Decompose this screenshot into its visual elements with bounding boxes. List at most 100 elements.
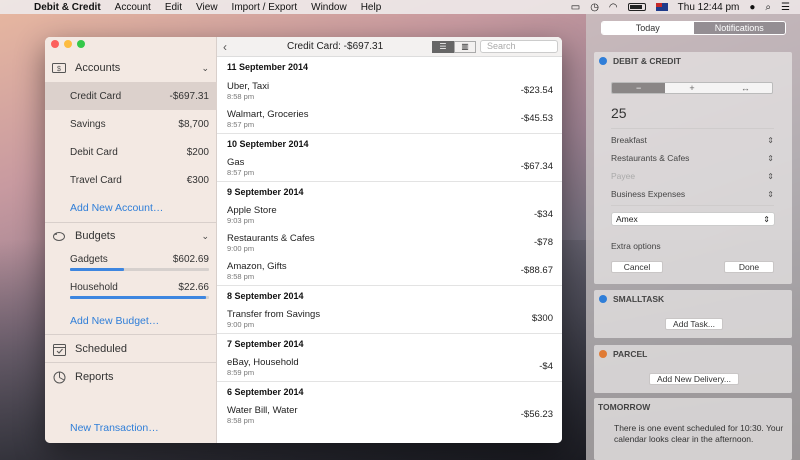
wifi-icon[interactable]: ◠ bbox=[609, 2, 618, 13]
done-button[interactable]: Done bbox=[724, 261, 774, 273]
sidebar-account-travel-card[interactable]: Travel Card €300 bbox=[45, 166, 217, 194]
transaction-name: Water Bill, Water bbox=[227, 405, 298, 416]
accounts-section-header[interactable]: $ Accounts ⌄ bbox=[45, 55, 217, 81]
battery-icon[interactable] bbox=[627, 3, 646, 11]
account-name: Credit Card bbox=[70, 90, 122, 102]
app-menu[interactable]: Debit & Credit bbox=[34, 2, 101, 13]
transaction-row[interactable]: Apple Store 9:03 pm -$34 bbox=[217, 201, 562, 229]
account-balance: -$697.31 bbox=[169, 90, 209, 102]
transaction-amount: -$45.53 bbox=[520, 113, 553, 124]
add-new-delivery-button[interactable]: Add New Delivery... bbox=[649, 373, 739, 385]
airplay-icon[interactable]: ▭ bbox=[571, 2, 580, 13]
minimize-window-button[interactable] bbox=[64, 40, 72, 48]
transaction-amount: -$88.67 bbox=[520, 265, 553, 276]
payee-select[interactable]: Payee ⇕ bbox=[611, 168, 774, 184]
transaction-amount: -$67.34 bbox=[520, 161, 553, 172]
budget-progress-fill bbox=[70, 268, 125, 271]
menu-help[interactable]: Help bbox=[361, 2, 382, 13]
list-view-icon[interactable]: ☰ bbox=[432, 40, 454, 53]
sidebar-account-credit-card[interactable]: Credit Card -$697.31 bbox=[45, 82, 217, 110]
notification-center-icon[interactable]: ☰ bbox=[781, 2, 790, 13]
pie-chart-icon bbox=[52, 370, 66, 384]
transaction-list: 11 September 2014 Uber, Taxi 8:58 pm -$23.5… bbox=[217, 57, 562, 443]
transaction-row[interactable]: eBay, Household 8:59 pm -$4 bbox=[217, 353, 562, 381]
budget-name: Household bbox=[70, 282, 118, 293]
transaction-row[interactable]: Uber, Taxi 8:58 pm -$23.54 bbox=[217, 77, 562, 105]
menu-bar: Debit & Credit Account Edit View Import … bbox=[0, 0, 800, 14]
sidebar-budget-gadgets[interactable]: Gadgets $602.69 bbox=[70, 254, 209, 271]
menubar-clock[interactable]: Thu 12:44 pm bbox=[678, 2, 740, 13]
sidebar-budget-household[interactable]: Household $22.66 bbox=[70, 282, 209, 299]
budgets-label: Budgets bbox=[75, 230, 116, 242]
transaction-time: 8:58 pm bbox=[227, 272, 255, 281]
widget-header: SMALLTASK bbox=[599, 294, 664, 304]
user-icon[interactable]: ● bbox=[749, 2, 755, 13]
menu-view[interactable]: View bbox=[196, 2, 218, 13]
parcel-app-icon bbox=[599, 350, 607, 358]
budget-remaining: $22.66 bbox=[178, 282, 209, 293]
cancel-button[interactable]: Cancel bbox=[611, 261, 663, 273]
clock-history-icon[interactable]: ◷ bbox=[590, 2, 599, 13]
transaction-name: Transfer from Savings bbox=[227, 309, 321, 320]
extra-options-toggle[interactable]: Extra options bbox=[611, 241, 661, 251]
amount-field[interactable]: 25 bbox=[611, 105, 627, 121]
back-chevron-icon[interactable]: ‹ bbox=[223, 40, 239, 54]
window-controls bbox=[51, 40, 85, 48]
transaction-time: 9:03 pm bbox=[227, 216, 255, 225]
tab-today[interactable]: Today bbox=[602, 22, 694, 34]
new-transaction-button[interactable]: New Transaction… bbox=[70, 422, 159, 434]
sidebar-account-savings[interactable]: Savings $8,700 bbox=[45, 110, 217, 138]
menu-import-export[interactable]: Import / Export bbox=[232, 2, 298, 13]
add-new-budget-link[interactable]: Add New Budget… bbox=[70, 315, 159, 327]
transaction-row[interactable]: Restaurants & Cafes 9:00 pm -$78 bbox=[217, 229, 562, 257]
transaction-row[interactable]: Amazon, Gifts 8:58 pm -$88.67 bbox=[217, 257, 562, 285]
subcategory-select[interactable]: Restaurants & Cafes ⇕ bbox=[611, 150, 774, 166]
transaction-amount: -$4 bbox=[539, 361, 553, 372]
transaction-row[interactable]: Water Bill, Water 8:58 pm -$56.23 bbox=[217, 401, 562, 429]
search-input[interactable]: Search bbox=[480, 40, 558, 53]
widget-title: SMALLTASK bbox=[613, 294, 665, 304]
category-value: Breakfast bbox=[611, 135, 647, 145]
sidebar-account-debit-card[interactable]: Debit Card $200 bbox=[45, 138, 217, 166]
budget-progress-bar bbox=[70, 268, 209, 271]
day-header: 7 September 2014 bbox=[217, 333, 562, 353]
widget-title: TOMORROW bbox=[598, 402, 651, 412]
smalltask-widget: SMALLTASK Add Task... bbox=[594, 290, 792, 338]
transaction-row[interactable]: Walmart, Groceries 8:57 pm -$45.53 bbox=[217, 105, 562, 133]
menu-account[interactable]: Account bbox=[115, 2, 151, 13]
sidebar-item-reports[interactable]: Reports bbox=[45, 364, 217, 390]
add-new-account-link[interactable]: Add New Account… bbox=[70, 202, 163, 214]
main-toolbar: ‹ Credit Card: -$697.31 ☰ ▥ Search bbox=[217, 37, 562, 57]
input-source-flag-icon[interactable] bbox=[655, 3, 668, 11]
menu-edit[interactable]: Edit bbox=[165, 2, 182, 13]
columns-view-icon[interactable]: ▥ bbox=[454, 40, 476, 53]
spotlight-search-icon[interactable]: ⌕ bbox=[765, 2, 771, 13]
project-select[interactable]: Business Expenses ⇕ bbox=[611, 186, 774, 202]
category-select[interactable]: Breakfast ⇕ bbox=[611, 132, 774, 148]
account-name: Debit Card bbox=[70, 146, 118, 158]
chevron-down-icon[interactable]: ⌄ bbox=[201, 63, 209, 74]
expense-segment[interactable]: − bbox=[612, 83, 666, 93]
sidebar-item-scheduled[interactable]: Scheduled bbox=[45, 336, 217, 362]
account-balance: $8,700 bbox=[178, 118, 209, 130]
chevron-down-icon[interactable]: ⌄ bbox=[201, 231, 209, 242]
close-window-button[interactable] bbox=[51, 40, 59, 48]
budgets-section-header[interactable]: Budgets ⌄ bbox=[45, 223, 217, 249]
transaction-row[interactable]: Gas 8:57 pm -$67.34 bbox=[217, 153, 562, 181]
transaction-amount: -$78 bbox=[533, 237, 553, 248]
transaction-amount: -$34 bbox=[533, 209, 553, 220]
transfer-segment[interactable]: ↔ bbox=[718, 83, 772, 93]
transaction-amount: -$56.23 bbox=[520, 409, 553, 420]
budget-name: Gadgets bbox=[70, 254, 108, 265]
account-select[interactable]: Amex ⇕ bbox=[611, 212, 775, 226]
income-segment[interactable]: + bbox=[665, 83, 719, 93]
tab-notifications[interactable]: Notifications bbox=[693, 22, 785, 34]
transaction-row[interactable]: Transfer from Savings 9:00 pm $300 bbox=[217, 305, 562, 333]
notification-center: Today Notifications DEBIT & CREDIT − + ↔… bbox=[586, 14, 800, 460]
add-task-button[interactable]: Add Task... bbox=[665, 318, 723, 330]
menu-window[interactable]: Window bbox=[311, 2, 347, 13]
account-balance: $200 bbox=[186, 146, 209, 158]
zoom-window-button[interactable] bbox=[77, 40, 85, 48]
parcel-widget: PARCEL Add New Delivery... bbox=[594, 345, 792, 393]
budget-progress-fill bbox=[70, 296, 207, 299]
